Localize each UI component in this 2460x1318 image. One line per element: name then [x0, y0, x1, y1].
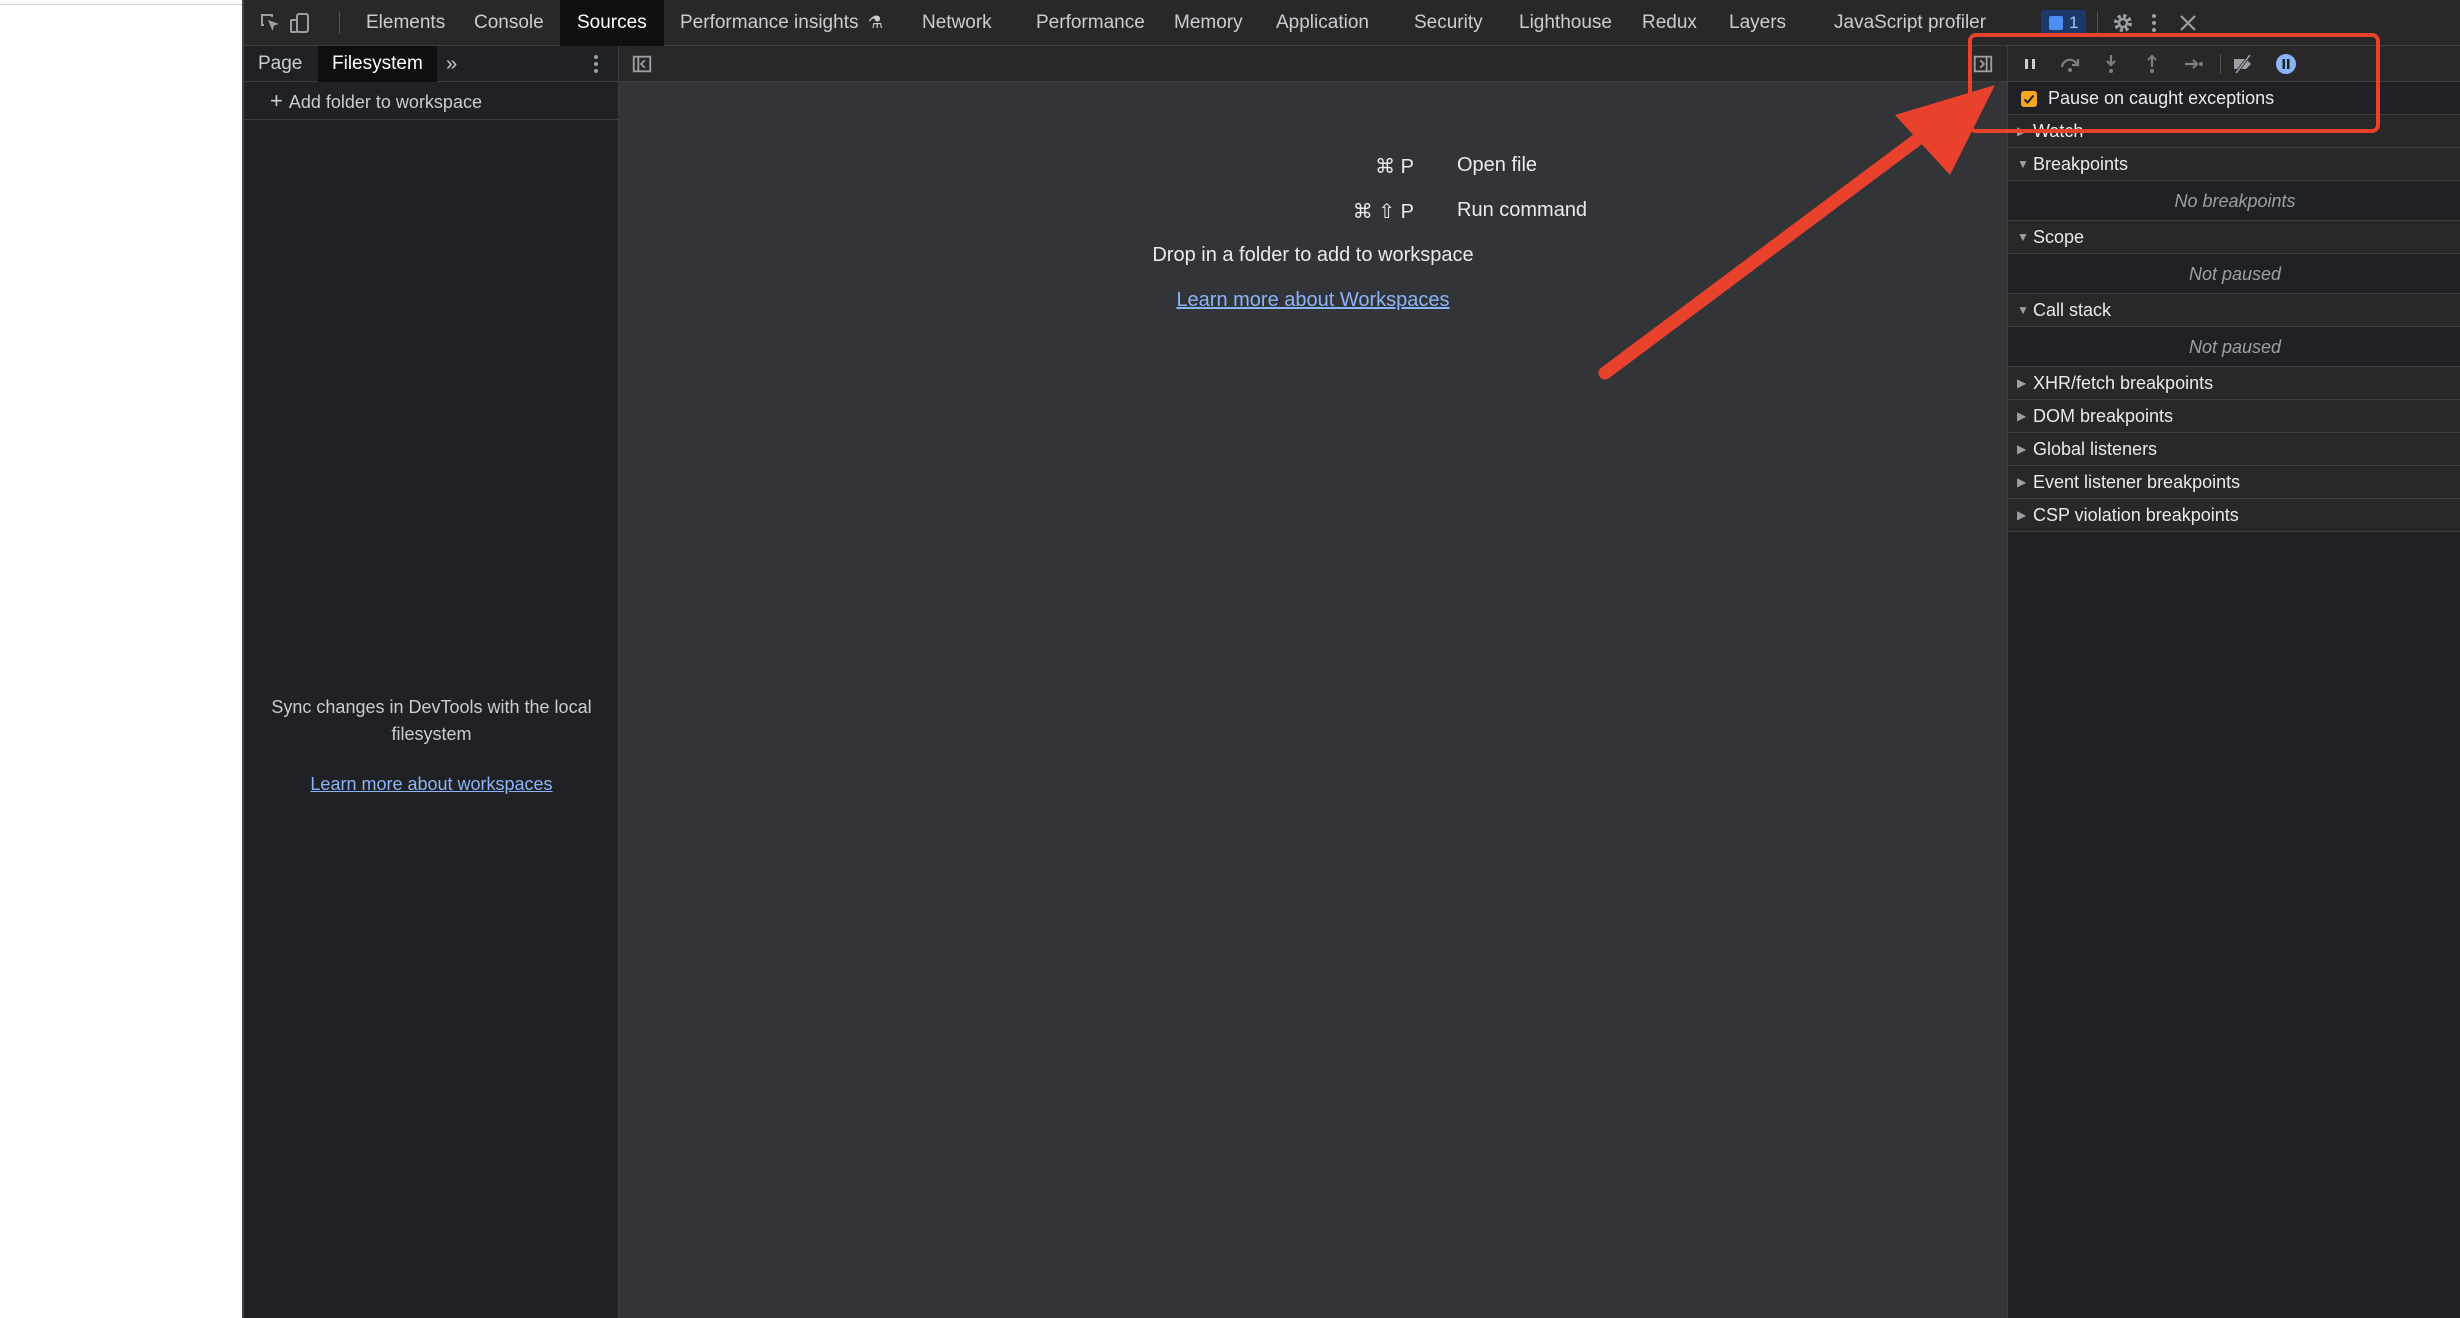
- csp-violation-breakpoints-label: CSP violation breakpoints: [2033, 505, 2239, 525]
- learn-more-workspaces-editor-link-text[interactable]: Learn more about Workspaces: [1176, 289, 1449, 311]
- tab-performance[interactable]: Performance: [1024, 0, 1157, 46]
- tab-network[interactable]: Network: [910, 0, 1004, 46]
- csp-violation-breakpoints-pane-header[interactable]: ▶ CSP violation breakpoints: [2008, 499, 2460, 532]
- collapsed-triangle-icon: ▶: [2017, 376, 2027, 390]
- page-top-edge: [0, 0, 242, 5]
- navigator-tab-bar: Page Filesystem »: [244, 46, 618, 82]
- more-options-icon[interactable]: [2142, 11, 2166, 35]
- tab-redux[interactable]: Redux: [1630, 0, 1709, 46]
- tab-memory[interactable]: Memory: [1162, 0, 1255, 46]
- annotation-highlight-box: [1968, 33, 2380, 133]
- navigator-tab-page[interactable]: Page: [244, 46, 316, 82]
- xhr-breakpoints-pane-header[interactable]: ▶ XHR/fetch breakpoints: [2008, 367, 2460, 400]
- tab-performance-insights[interactable]: Performance insights ⚗: [668, 0, 895, 46]
- run-command-label: Run command: [1457, 199, 1588, 221]
- tab-sources[interactable]: Sources: [560, 0, 664, 46]
- editor-panel: ⌘ P Open file ⌘ ⇧ P Run command Drop in …: [619, 46, 2007, 1318]
- plus-icon: +: [270, 88, 283, 113]
- tab-application[interactable]: Application: [1264, 0, 1381, 46]
- call-stack-pane-header[interactable]: ▼ Call stack: [2008, 294, 2460, 327]
- call-stack-status: Not paused: [2008, 327, 2460, 367]
- tab-layers[interactable]: Layers: [1717, 0, 1798, 46]
- dom-breakpoints-pane-header[interactable]: ▶ DOM breakpoints: [2008, 400, 2460, 433]
- learn-more-workspaces-link[interactable]: Learn more about workspaces: [244, 774, 619, 795]
- run-command-shortcut: ⌘ ⇧ P: [1352, 201, 1414, 223]
- issues-count: 1: [2069, 13, 2079, 32]
- settings-gear-icon[interactable]: [2111, 11, 2135, 35]
- device-toolbar-icon[interactable]: [288, 11, 312, 35]
- collapsed-triangle-icon: ▶: [2017, 508, 2027, 522]
- navigator-panel: Page Filesystem » + Add folder to workspa…: [244, 46, 619, 1318]
- tab-lighthouse[interactable]: Lighthouse: [1507, 0, 1624, 46]
- inspect-element-icon[interactable]: [258, 11, 282, 35]
- collapsed-triangle-icon: ▶: [2017, 475, 2027, 489]
- learn-more-workspaces-link-text[interactable]: Learn more about workspaces: [310, 774, 552, 794]
- learn-more-workspaces-editor-link[interactable]: Learn more about Workspaces: [619, 289, 2007, 312]
- expanded-triangle-icon: ▼: [2017, 157, 2029, 171]
- sync-description: Sync changes in DevTools with the local …: [271, 697, 592, 744]
- event-listener-breakpoints-label: Event listener breakpoints: [2033, 472, 2241, 492]
- tab-elements[interactable]: Elements: [354, 0, 457, 46]
- scope-label: Scope: [2033, 227, 2085, 247]
- drop-folder-hint: Drop in a folder to add to workspace: [1152, 244, 1474, 266]
- navigator-tab-filesystem[interactable]: Filesystem: [318, 46, 437, 82]
- xhr-breakpoints-label: XHR/fetch breakpoints: [2033, 373, 2214, 393]
- global-listeners-pane-header[interactable]: ▶ Global listeners: [2008, 433, 2460, 466]
- add-folder-label: Add folder to workspace: [288, 92, 482, 112]
- open-file-label: Open file: [1457, 154, 1538, 176]
- open-file-shortcut: ⌘ P: [1375, 156, 1414, 178]
- collapsed-triangle-icon: ▶: [2017, 409, 2027, 423]
- event-listener-breakpoints-pane-header[interactable]: ▶ Event listener breakpoints: [2008, 466, 2460, 499]
- dom-breakpoints-label: DOM breakpoints: [2033, 406, 2174, 426]
- collapsed-triangle-icon: ▶: [2017, 442, 2027, 456]
- scope-pane-header[interactable]: ▼ Scope: [2008, 221, 2460, 254]
- breakpoints-pane-header[interactable]: ▼ Breakpoints: [2008, 148, 2460, 181]
- global-listeners-label: Global listeners: [2033, 439, 2158, 459]
- toolbar-separator: [2097, 12, 2098, 34]
- navigator-menu-icon[interactable]: [584, 52, 608, 76]
- breakpoints-empty: No breakpoints: [2008, 181, 2460, 221]
- toolbar-separator: [339, 12, 340, 34]
- devtools-window: Elements Console Sources Performance ins…: [242, 0, 2460, 1318]
- scope-status: Not paused: [2008, 254, 2460, 294]
- breakpoints-label: Breakpoints: [2033, 154, 2129, 174]
- flask-icon: ⚗: [867, 13, 883, 32]
- debugger-sidebar: Pause on caught exceptions ▶ Watch ▼ Break…: [2007, 46, 2460, 1318]
- editor-toolbar: [619, 46, 2007, 82]
- message-icon: [2049, 16, 2063, 30]
- tab-security[interactable]: Security: [1402, 0, 1495, 46]
- toggle-navigator-icon[interactable]: [631, 53, 653, 75]
- call-stack-label: Call stack: [2033, 300, 2112, 320]
- expanded-triangle-icon: ▼: [2017, 230, 2029, 244]
- more-tabs-chevron-icon[interactable]: »: [438, 46, 465, 82]
- close-icon[interactable]: [2176, 11, 2200, 35]
- tab-console[interactable]: Console: [462, 0, 556, 46]
- add-folder-button[interactable]: + Add folder to workspace: [244, 82, 618, 120]
- tab-performance-insights-label: Performance insights: [680, 12, 859, 33]
- expanded-triangle-icon: ▼: [2017, 303, 2029, 317]
